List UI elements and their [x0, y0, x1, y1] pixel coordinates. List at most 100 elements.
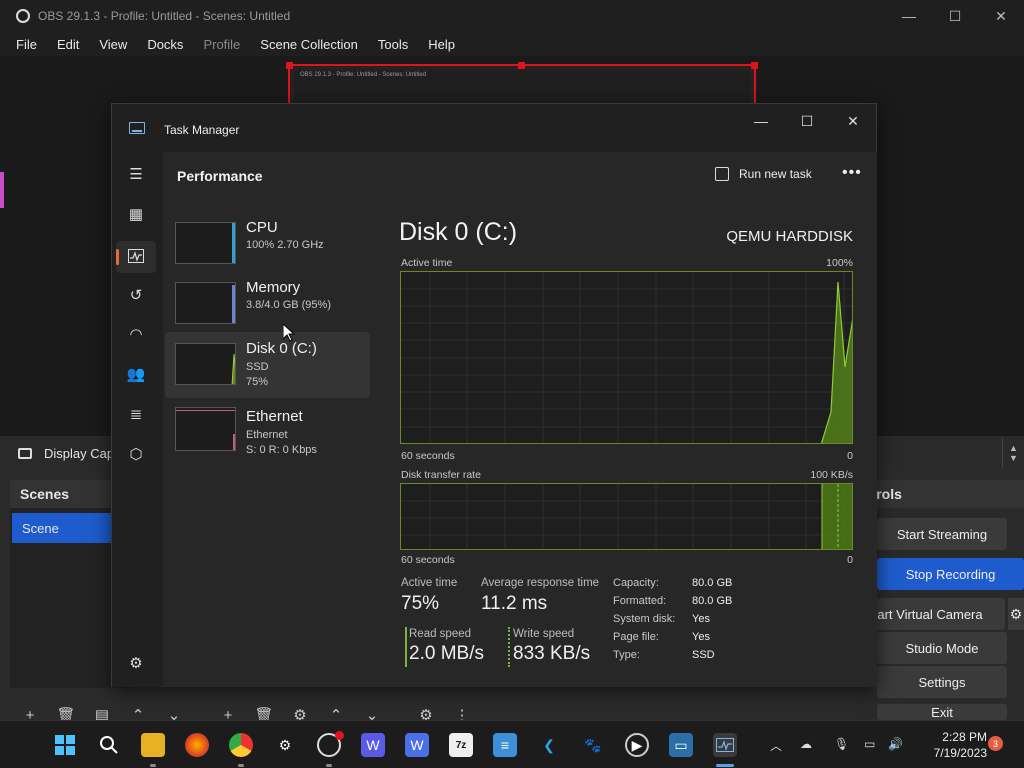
services-icon[interactable]: ⬡	[125, 443, 147, 465]
type-label: Type:	[613, 649, 640, 661]
obs-logo-icon	[16, 9, 30, 23]
start-streaming-button[interactable]: Start Streaming	[877, 518, 1007, 550]
obs-window-title: OBS 29.1.3 - Profile: Untitled - Scenes:…	[38, 9, 291, 23]
run-task-icon	[715, 167, 729, 181]
more-options-icon[interactable]: •••	[842, 164, 862, 182]
chrome-icon[interactable]	[229, 733, 253, 757]
obs-minimize-button[interactable]: —	[886, 0, 932, 32]
settings-button[interactable]: Settings	[877, 666, 1007, 698]
7zip-icon[interactable]: 7z	[449, 733, 473, 757]
tray-overflow-chevron-icon[interactable]: ︿	[770, 737, 782, 754]
capacity-label: Capacity:	[613, 577, 659, 589]
menu-profile[interactable]: Profile	[193, 37, 250, 52]
resource-usage: 75%	[246, 376, 269, 388]
mouse-cursor-icon	[283, 324, 295, 342]
resource-item-disk[interactable]: Disk 0 (C:) SSD 75%	[165, 332, 370, 398]
menu-view[interactable]: View	[89, 37, 137, 52]
media-player-icon[interactable]: ▶	[625, 733, 649, 757]
search-icon[interactable]	[97, 733, 121, 757]
obs-close-button[interactable]: ✕	[978, 0, 1024, 32]
controls-panel: Start Streaming Stop Recording art Virtu…	[855, 508, 1024, 728]
read-speed-label: Read speed	[409, 628, 472, 640]
startup-apps-icon[interactable]: ◠	[125, 323, 147, 345]
obs-maximize-button[interactable]: ☐	[932, 0, 978, 32]
details-icon[interactable]: ≣	[125, 403, 147, 425]
menu-scene-collection[interactable]: Scene Collection	[250, 37, 368, 52]
resource-item-ethernet[interactable]: Ethernet Ethernet S: 0 R: 0 Kbps	[165, 398, 370, 464]
close-button[interactable]: ✕	[830, 104, 876, 138]
disk-title: Disk 0 (C:)	[399, 218, 518, 246]
settings-app-icon[interactable]: ⚙	[273, 733, 297, 757]
hamburger-menu-icon[interactable]: ☰	[125, 163, 147, 185]
resource-item-cpu[interactable]: CPU 100% 2.70 GHz	[165, 214, 370, 280]
capacity-value: 80.0 GB	[692, 577, 733, 589]
avg-response-label: Average response time	[481, 577, 600, 589]
resource-detail: SSD	[246, 361, 269, 373]
vscode-like-icon[interactable]: ❮	[537, 733, 561, 757]
run-new-task-button[interactable]: Run new task	[715, 167, 812, 181]
active-time-stat-value: 75%	[401, 593, 440, 614]
users-icon[interactable]: 👥	[125, 363, 147, 385]
formatted-value: 80.0 GB	[692, 595, 733, 607]
processes-icon[interactable]: ▦	[125, 203, 147, 225]
notepad-icon[interactable]: ≡	[493, 733, 517, 757]
virtual-camera-button[interactable]: art Virtual Camera	[855, 598, 1005, 630]
performance-icon[interactable]	[125, 245, 147, 267]
resize-handle[interactable]	[518, 62, 525, 69]
settings-gear-icon[interactable]: ⚙	[125, 652, 147, 674]
write-speed-label: Write speed	[513, 628, 575, 640]
cpu-thumbnail-graph	[175, 222, 236, 264]
resource-detail: Ethernet	[246, 429, 288, 441]
type-value: SSD	[692, 649, 715, 661]
menu-help[interactable]: Help	[418, 37, 465, 52]
notification-badge[interactable]: 3	[988, 736, 1003, 751]
menu-docks[interactable]: Docks	[137, 37, 193, 52]
spinbox-arrows[interactable]: ▲ ▼	[1002, 438, 1024, 468]
active-time-graph-duration: 60 seconds	[401, 450, 455, 462]
terminal-icon[interactable]: ▭	[669, 733, 693, 757]
network-off-icon[interactable]: ☁	[800, 737, 812, 751]
virtual-camera-settings-icon[interactable]: ⚙	[1008, 598, 1024, 630]
system-clock[interactable]: 2:28 PM 7/19/2023	[915, 729, 987, 761]
exit-button[interactable]: Exit	[877, 704, 1007, 720]
page-file-value: Yes	[692, 631, 710, 643]
display-icon[interactable]: ▭	[864, 737, 875, 751]
menu-edit[interactable]: Edit	[47, 37, 89, 52]
maximize-button[interactable]: ☐	[784, 104, 830, 138]
task-manager-nav: ☰ ▦ ↺ ◠ 👥 ≣ ⬡ ⚙	[112, 152, 162, 687]
resource-detail: 3.8/4.0 GB (95%)	[246, 299, 331, 311]
menu-file[interactable]: File	[6, 37, 47, 52]
studio-mode-button[interactable]: Studio Mode	[877, 632, 1007, 664]
page-file-label: Page file:	[613, 631, 659, 643]
obs-titlebar: OBS 29.1.3 - Profile: Untitled - Scenes:…	[0, 0, 1024, 32]
volume-icon[interactable]: 🔊	[888, 737, 903, 751]
app-history-icon[interactable]: ↺	[125, 284, 147, 306]
formatted-label: Formatted:	[613, 595, 667, 607]
transfer-rate-graph-max: 100 KB/s	[810, 469, 853, 481]
app-icon-w1[interactable]: W	[361, 733, 385, 757]
resize-handle[interactable]	[751, 62, 758, 69]
resource-name: CPU	[246, 219, 278, 236]
microphone-icon[interactable]: 🎙	[834, 737, 849, 751]
running-indicator	[238, 764, 244, 767]
resource-name: Disk 0 (C:)	[246, 340, 317, 357]
nav-active-indicator	[116, 249, 119, 265]
avg-response-value: 11.2 ms	[481, 593, 548, 614]
transfer-rate-graph	[400, 483, 853, 550]
system-disk-value: Yes	[692, 613, 710, 625]
disk-thumbnail-graph	[175, 343, 236, 385]
task-manager-taskbar-icon[interactable]	[713, 733, 737, 757]
stop-recording-button[interactable]: Stop Recording	[877, 558, 1024, 590]
transfer-rate-graph-min: 0	[847, 554, 853, 566]
active-time-graph-max: 100%	[826, 257, 853, 269]
app-icon-w2[interactable]: W	[405, 733, 429, 757]
minimize-button[interactable]: —	[738, 104, 784, 138]
file-explorer-icon[interactable]	[141, 733, 165, 757]
gimp-icon[interactable]: 🐾	[581, 733, 605, 757]
firefox-icon[interactable]	[185, 733, 209, 757]
menu-tools[interactable]: Tools	[368, 37, 418, 52]
resize-handle[interactable]	[286, 62, 293, 69]
start-button-icon[interactable]	[53, 733, 77, 757]
source-label[interactable]: Display Cap	[44, 446, 114, 461]
resource-item-memory[interactable]: Memory 3.8/4.0 GB (95%)	[165, 274, 370, 340]
